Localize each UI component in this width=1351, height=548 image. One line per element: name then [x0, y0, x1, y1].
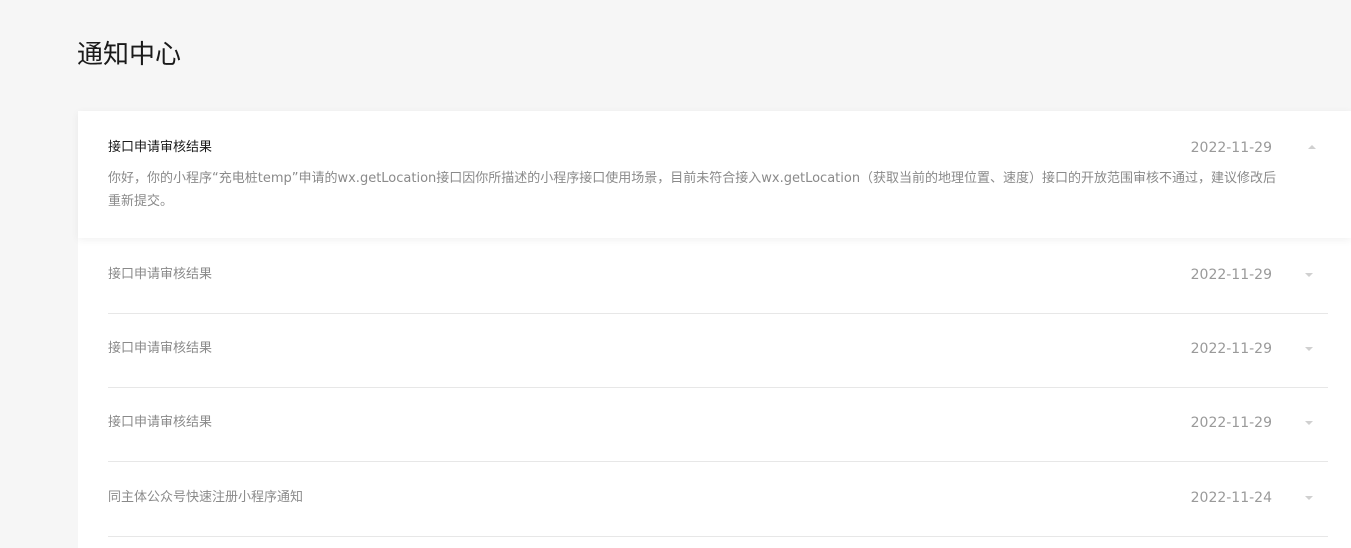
notice-item-expanded[interactable]: 接口申请审核结果 2022-11-29 你好，你的小程序“充电桩temp”申请的…	[78, 111, 1351, 238]
notice-title: 接口申请审核结果	[108, 267, 213, 282]
notice-title: 接口申请审核结果	[108, 415, 213, 430]
notice-date: 2022-11-29	[1190, 341, 1272, 357]
notice-date: 2022-11-29	[1190, 415, 1272, 431]
notice-title: 接口申请审核结果	[108, 341, 213, 356]
notice-item[interactable]: 接口申请审核结果 2022-11-29	[108, 387, 1328, 462]
notice-item[interactable]: 同主体公众号快速注册小程序通知 2022-11-24	[108, 462, 1328, 537]
chevron-down-icon[interactable]	[1305, 273, 1313, 277]
chevron-down-icon[interactable]	[1305, 421, 1313, 425]
notification-list: 接口申请审核结果 2022-11-29 你好，你的小程序“充电桩temp”申请的…	[78, 111, 1351, 548]
page-title: 通知中心	[77, 40, 182, 70]
notice-item[interactable]: 接口申请审核结果 2022-11-29	[108, 313, 1328, 388]
notice-content: 你好，你的小程序“充电桩temp”申请的wx.getLocation接口因你所描…	[108, 171, 1277, 209]
chevron-down-icon[interactable]	[1305, 496, 1313, 500]
notice-title: 同主体公众号快速注册小程序通知	[108, 490, 304, 505]
notice-item[interactable]: 接口申请审核结果 2022-11-29	[108, 239, 1328, 314]
chevron-up-icon[interactable]	[1308, 145, 1316, 149]
notice-date: 2022-11-24	[1190, 490, 1272, 506]
notice-date: 2022-11-29	[1190, 140, 1272, 156]
notice-title: 接口申请审核结果	[108, 140, 213, 155]
chevron-down-icon[interactable]	[1305, 347, 1313, 351]
notice-date: 2022-11-29	[1190, 267, 1272, 283]
